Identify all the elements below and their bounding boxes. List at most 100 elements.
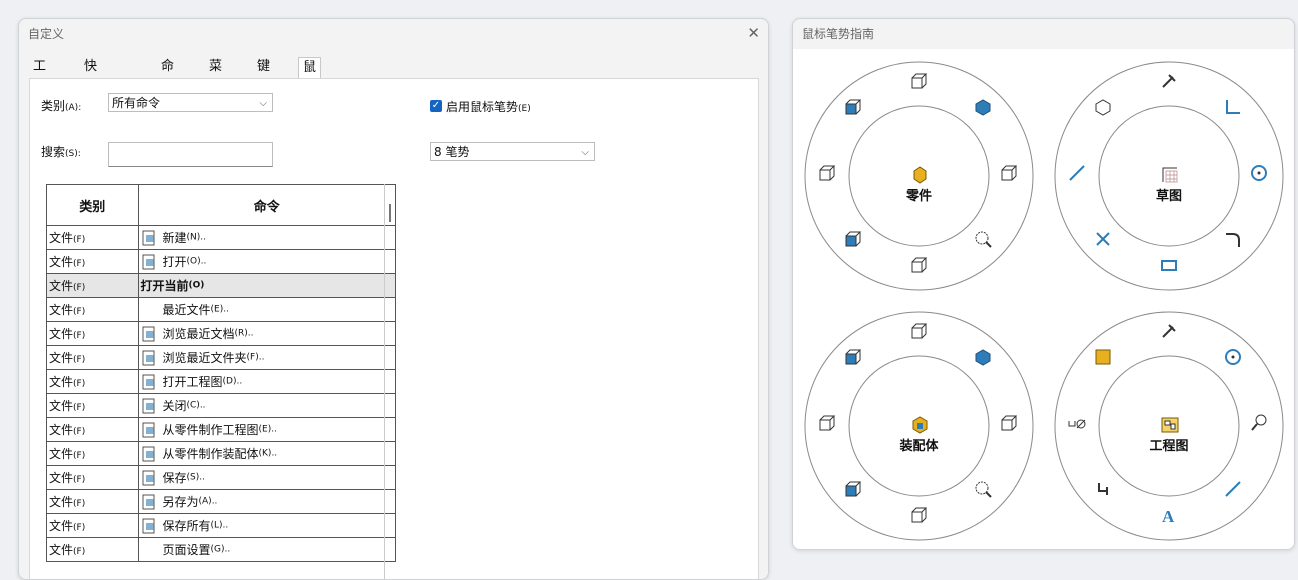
model-items-icon[interactable] (1093, 347, 1113, 367)
blank-icon (141, 542, 157, 558)
command-text: 最近文件 (162, 303, 211, 317)
command-text: 浏览最近文档 (162, 327, 235, 341)
cell-category: 文件(F) (46, 297, 139, 322)
command-text: 打开 (162, 255, 187, 269)
cell-category: 文件(F) (46, 417, 139, 442)
cell-command: 新建(N).. (137, 225, 396, 250)
table-row[interactable]: 文件(F) 从零件制作工程图(E).. (46, 417, 396, 442)
cell-category: 文件(F) (46, 489, 139, 514)
command-text: 浏览最近文件夹 (162, 351, 247, 365)
scrollbar-thumb[interactable] (389, 204, 391, 222)
category-text: 文件 (49, 303, 74, 317)
ring-label: 装配体 (899, 439, 939, 454)
shaded-cube-icon[interactable] (973, 347, 993, 367)
shaded-cube-icon[interactable] (843, 229, 863, 249)
table-row[interactable]: 文件(F) 从零件制作装配体(K).. (46, 441, 396, 466)
category-text: 文件 (49, 495, 74, 509)
category-select[interactable]: 所有命令 ⌵ (108, 93, 273, 112)
category-label-text: 类别 (41, 99, 66, 113)
column-header-category[interactable]: 类别 (46, 184, 139, 226)
tab-menus[interactable]: 菜单 (205, 57, 226, 94)
category-hotkey: (F) (73, 355, 86, 365)
blank-icon (141, 302, 157, 318)
zoom-to-fit-icon[interactable] (973, 229, 993, 249)
column-header-command[interactable]: 命令 (137, 184, 396, 226)
command-text: 从零件制作装配体 (162, 447, 259, 461)
close-icon[interactable]: ✕ (747, 24, 760, 42)
line-icon[interactable] (1067, 163, 1087, 183)
wireframe-cube-icon[interactable] (1093, 97, 1113, 117)
browse-recent-folders-icon (141, 350, 157, 366)
cell-category: 文件(F) (46, 321, 139, 346)
table-row[interactable]: 文件(F) 浏览最近文件夹(F).. (46, 345, 396, 370)
circle-icon[interactable] (1249, 163, 1269, 183)
search-input[interactable] (108, 142, 273, 167)
search-hotkey: (S): (65, 149, 81, 159)
shaded-cube-icon[interactable] (973, 97, 993, 117)
table-row[interactable]: 文件(F) 另存为(A).. (46, 489, 396, 514)
wireframe-cube-icon[interactable] (909, 255, 929, 275)
tab-commands[interactable]: 命令 (157, 57, 178, 94)
rotate-arrows-icon[interactable] (1093, 479, 1113, 499)
category-text: 文件 (49, 399, 74, 413)
shaded-cube-icon[interactable] (843, 347, 863, 367)
wireframe-cube-icon[interactable] (817, 163, 837, 183)
tab-mouse-gestures[interactable]: 鼠标笔势 (298, 57, 322, 135)
rectangle-icon[interactable] (1159, 255, 1179, 275)
wireframe-cube-icon[interactable] (999, 413, 1019, 433)
cell-category: 文件(F) (46, 249, 139, 274)
table-row[interactable]: 文件(F) 保存(S).. (46, 465, 396, 490)
wireframe-cube-icon[interactable] (909, 321, 929, 341)
table-row[interactable]: 文件(F) 浏览最近文档(R).. (46, 321, 396, 346)
shaded-cube-icon[interactable] (843, 479, 863, 499)
trim-icon[interactable] (1093, 229, 1113, 249)
shaded-cube-icon[interactable] (843, 97, 863, 117)
search-label: 搜索(S): (41, 143, 81, 160)
table-row[interactable]: 文件(F) 保存所有(L).. (46, 513, 396, 538)
table-row[interactable]: 文件(F) 关闭(C).. (46, 393, 396, 418)
command-hotkey: (F).. (246, 352, 265, 363)
search-label-text: 搜索 (41, 145, 66, 159)
tab-toolbars[interactable]: 工具栏 (29, 57, 50, 114)
wireframe-cube-icon[interactable] (999, 163, 1019, 183)
enable-gesture-checkbox[interactable]: ✓ (430, 100, 442, 112)
table-row[interactable]: 文件(F) 最近文件(E).. (46, 297, 396, 322)
gesture-count-select[interactable]: 8 笔势 ⌵ (430, 142, 595, 161)
category-text: 文件 (49, 231, 74, 245)
note-icon[interactable]: A (1159, 505, 1179, 526)
smart-dimension-icon[interactable] (1159, 321, 1179, 341)
wireframe-cube-icon[interactable] (909, 505, 929, 525)
cell-category: 文件(F) (46, 513, 139, 538)
hole-callout-icon[interactable] (1067, 413, 1087, 433)
open-folder-icon (141, 254, 157, 270)
category-text: 文件 (49, 327, 74, 341)
ring-label: 草图 (1155, 189, 1182, 204)
zoom-to-fit-icon[interactable] (973, 479, 993, 499)
table-row[interactable]: 文件(F) 页面设置(G).. (46, 537, 396, 562)
fillet-icon[interactable] (1223, 229, 1243, 249)
category-hotkey: (F) (73, 523, 86, 533)
wireframe-cube-icon[interactable] (909, 71, 929, 91)
cell-category: 文件(F) (46, 393, 139, 418)
table-row[interactable]: 文件(F) 新建(N).. (46, 225, 396, 250)
table-row[interactable]: 文件(F) 打开工程图(D).. (46, 369, 396, 394)
ring-label: 零件 (905, 189, 932, 204)
wireframe-cube-icon[interactable] (817, 413, 837, 433)
table-row[interactable]: 文件(F) 打开当前(O) (46, 273, 396, 298)
detail-view-icon[interactable] (1249, 413, 1269, 433)
table-row[interactable]: 文件(F) 打开(O).. (46, 249, 396, 274)
tab-keyboard[interactable]: 键盘 (253, 57, 274, 94)
command-hotkey: (E).. (258, 424, 277, 435)
balloon-icon[interactable] (1223, 347, 1243, 367)
table-scrollbar[interactable] (384, 184, 395, 579)
command-text: 保存 (162, 471, 187, 485)
cell-category: 文件(F) (46, 537, 139, 562)
tab-shortcut-bars[interactable]: 快捷方式栏 (80, 57, 101, 154)
smart-dimension-icon[interactable] (1159, 71, 1179, 91)
category-text: 文件 (49, 255, 74, 269)
line-icon[interactable] (1223, 479, 1243, 499)
sketch-corner-icon[interactable] (1223, 97, 1243, 117)
cell-command: 打开当前(O) (137, 273, 396, 298)
category-text: 文件 (49, 423, 74, 437)
command-text: 页面设置 (162, 543, 211, 557)
